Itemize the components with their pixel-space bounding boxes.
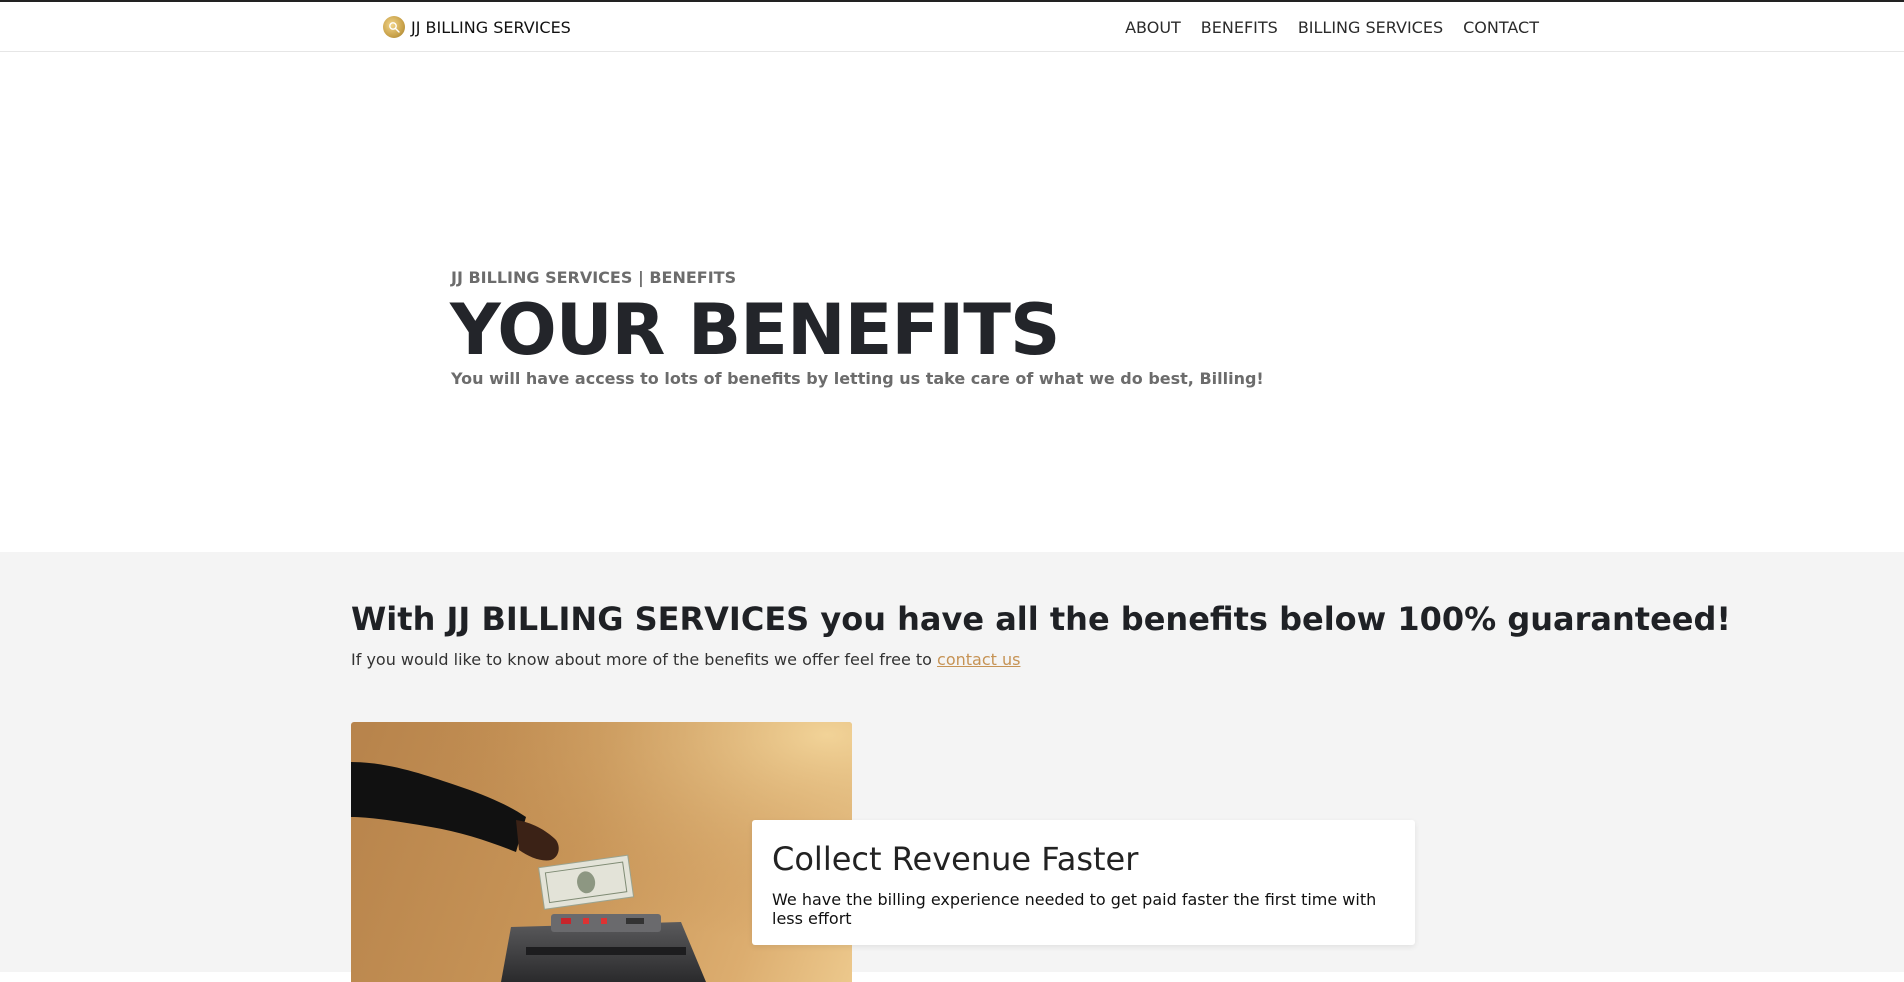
benefits-intro-text: If you would like to know about more of … — [351, 650, 932, 669]
jj-billing-logo-icon — [383, 16, 405, 38]
benefit-card-text: We have the billing experience needed to… — [772, 890, 1377, 928]
brand-name: JJ BILLING SERVICES — [411, 17, 571, 37]
benefits-heading: With JJ BILLING SERVICES you have all th… — [351, 600, 1731, 638]
nav-about[interactable]: ABOUT — [1125, 18, 1181, 37]
nav-billing-services[interactable]: BILLING SERVICES — [1298, 18, 1443, 37]
contact-us-link[interactable]: contact us — [937, 650, 1020, 669]
main-nav: ABOUT BENEFITS BILLING SERVICES CONTACT — [1125, 18, 1539, 37]
hero-eyebrow: JJ BILLING SERVICES | BENEFITS — [451, 268, 737, 287]
nav-benefits[interactable]: BENEFITS — [1201, 18, 1278, 37]
brand-link[interactable]: JJ BILLING SERVICES — [383, 16, 571, 38]
benefit-card-title: Collect Revenue Faster — [772, 840, 1139, 878]
nav-contact[interactable]: CONTACT — [1463, 18, 1539, 37]
navbar: JJ BILLING SERVICES ABOUT BENEFITS BILLI… — [0, 2, 1904, 52]
benefits-intro: If you would like to know about more of … — [351, 650, 1020, 669]
page-title: YOUR BENEFITS — [450, 289, 1060, 371]
benefit-card-collect-revenue: Collect Revenue Faster We have the billi… — [752, 820, 1415, 945]
benefits-section: With JJ BILLING SERVICES you have all th… — [0, 552, 1904, 982]
hero-section: JJ BILLING SERVICES | BENEFITS YOUR BENE… — [0, 52, 1904, 552]
hero-subtitle: You will have access to lots of benefits… — [451, 369, 1264, 388]
